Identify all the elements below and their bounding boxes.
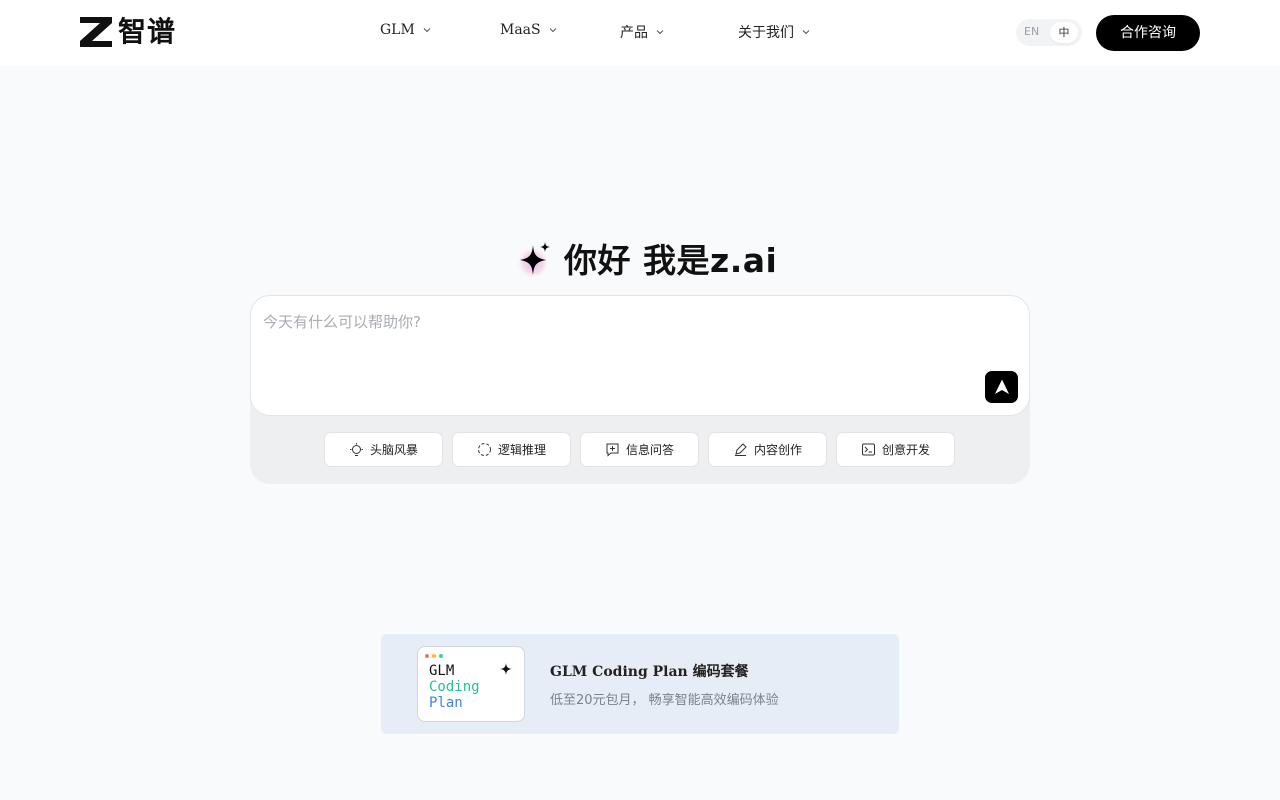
nav-item-products[interactable]: 产品: [620, 22, 664, 42]
nav-item-about[interactable]: 关于我们: [738, 22, 810, 42]
card-line-glm: GLM: [429, 663, 455, 679]
brand-name: 智谱: [118, 15, 177, 48]
hero-heading: 你好 我是z.ai: [516, 234, 777, 282]
coding-plan-banner[interactable]: GLM Coding Plan GLM Coding Plan 编码套餐 低至2…: [381, 634, 899, 734]
nav-item-label: GLM: [380, 22, 415, 38]
chip-qa[interactable]: 信息问答: [580, 432, 699, 467]
chat-box: [250, 295, 1030, 416]
contact-button[interactable]: 合作咨询: [1096, 15, 1200, 51]
send-button[interactable]: [985, 371, 1018, 403]
coding-plan-card: GLM Coding Plan: [417, 646, 525, 722]
send-arrow-icon: [994, 379, 1009, 394]
lang-option-en[interactable]: EN: [1024, 25, 1039, 38]
chip-brainstorm[interactable]: 头脑风暴: [324, 432, 443, 467]
card-code-text: GLM Coding Plan: [429, 663, 480, 711]
chip-label: 内容创作: [753, 443, 802, 457]
suggestion-chips: 头脑风暴 逻辑推理 信息问答 内容创作 创意开发: [324, 432, 955, 467]
chevron-down-icon: [656, 30, 664, 35]
chip-label: 头脑风暴: [369, 443, 418, 457]
nav-item-label: 关于我们: [738, 25, 794, 41]
chip-label: 逻辑推理: [497, 443, 546, 457]
chevron-down-icon: [549, 28, 556, 33]
hero-title: 你好 我是z.ai: [564, 241, 778, 280]
nav-item-glm[interactable]: GLM: [380, 22, 431, 38]
chevron-down-icon: [802, 30, 810, 35]
chat-panel: 头脑风暴 逻辑推理 信息问答 内容创作: [250, 295, 1030, 484]
pen-icon: [734, 443, 747, 456]
chat-plus-icon: [606, 443, 619, 457]
dashed-circle-icon: [477, 443, 491, 456]
promo-subtitle: 低至20元包月， 畅享智能高效编码体验: [550, 693, 779, 708]
chat-input[interactable]: [263, 310, 963, 334]
chip-dev[interactable]: 创意开发: [836, 432, 955, 467]
nav-item-label: 产品: [620, 25, 648, 41]
top-header: 智谱 GLM MaaS 产品 关于我们 EN 中 合作咨询: [0, 0, 1280, 66]
lang-option-zh[interactable]: 中: [1050, 22, 1078, 43]
chip-label: 信息问答: [625, 443, 674, 457]
window-dots-icon: [425, 654, 443, 658]
terminal-icon: [861, 443, 875, 456]
chip-label: 创意开发: [881, 443, 930, 457]
sparkle-icon: [500, 663, 512, 675]
chip-content[interactable]: 内容创作: [708, 432, 827, 467]
lightbulb-icon: [349, 443, 363, 456]
language-toggle: EN 中: [1016, 19, 1082, 46]
nav-item-label: MaaS: [500, 22, 541, 38]
card-line-plan: Plan: [429, 695, 463, 711]
nav-item-maas[interactable]: MaaS: [500, 22, 557, 38]
chevron-down-icon: [423, 28, 431, 33]
promo-title: GLM Coding Plan 编码套餐: [550, 664, 749, 680]
card-line-coding: Coding: [429, 679, 480, 695]
chip-reasoning[interactable]: 逻辑推理: [452, 432, 571, 467]
brand-logo[interactable]: 智谱: [80, 17, 176, 47]
z-logo-icon: [80, 17, 112, 47]
sparkle-icon: [516, 242, 550, 277]
